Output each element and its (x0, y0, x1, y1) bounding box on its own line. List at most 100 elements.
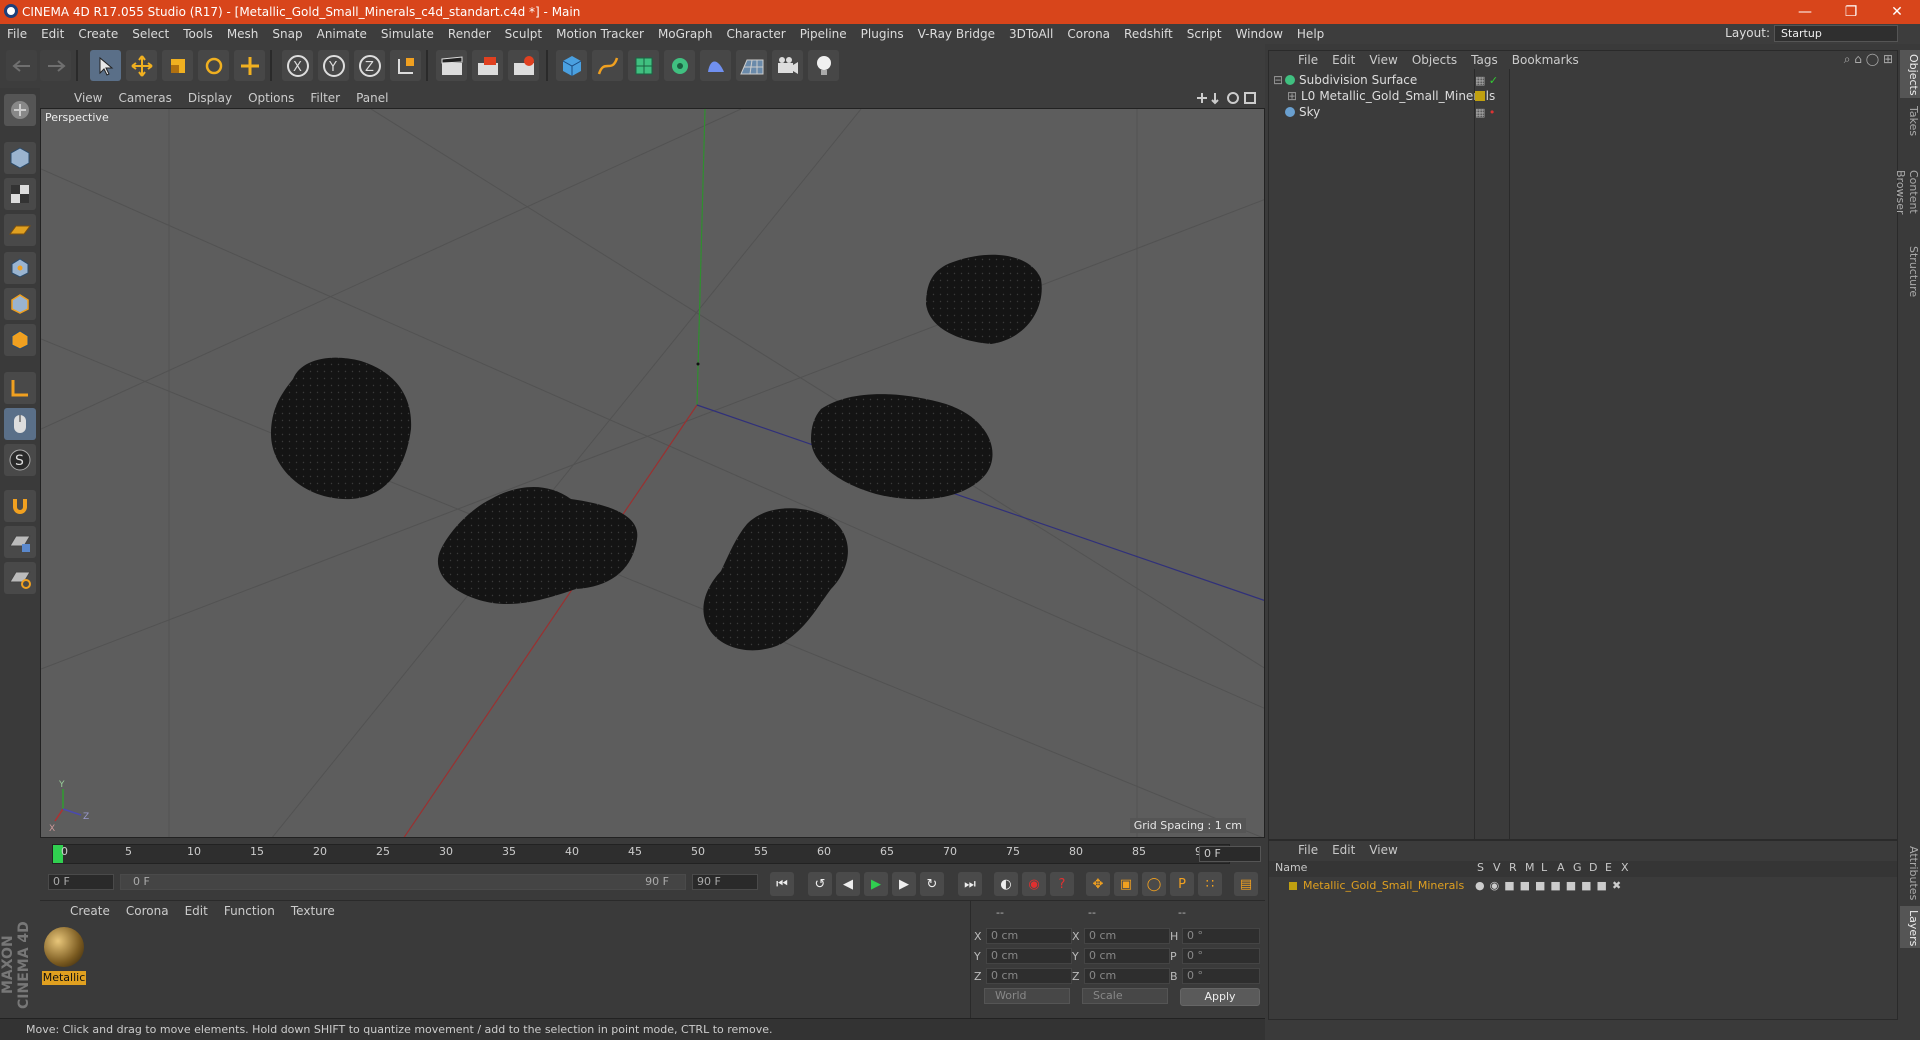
mineral-rock-3[interactable] (811, 394, 993, 500)
expand-icon[interactable]: ⊞ (1273, 89, 1297, 103)
current-frame-field[interactable]: 0 F (1199, 846, 1261, 862)
scale-tool-button[interactable] (162, 50, 193, 81)
material-menu-corona[interactable]: Corona (118, 904, 177, 918)
material-menu-function[interactable]: Function (216, 904, 283, 918)
layer-row[interactable]: Metallic_Gold_Small_Minerals ●◉■■■■■■■✖ (1269, 879, 1897, 895)
menu-script[interactable]: Script (1180, 27, 1229, 41)
mineral-rock-1[interactable] (926, 254, 1042, 344)
menu-create[interactable]: Create (71, 27, 125, 41)
move-tool-button[interactable] (126, 50, 157, 81)
layer-color-icon[interactable] (1475, 91, 1485, 101)
size-x-field[interactable]: 0 cm (1084, 928, 1170, 944)
close-button[interactable]: ✕ (1874, 0, 1920, 24)
viewport-menu-display[interactable]: Display (180, 91, 240, 105)
rotation-p-field[interactable]: 0 ° (1182, 948, 1260, 964)
start-frame-field[interactable]: 0 F (48, 874, 114, 890)
object-menu-edit[interactable]: Edit (1325, 53, 1362, 67)
minimize-button[interactable]: — (1782, 0, 1828, 24)
menu-3dtoall[interactable]: 3DToAll (1002, 27, 1060, 41)
menu-animate[interactable]: Animate (310, 27, 374, 41)
size-mode-select[interactable]: Scale (1082, 988, 1168, 1004)
viewport-menu-filter[interactable]: Filter (302, 91, 348, 105)
z-axis-lock-button[interactable]: Z (354, 50, 385, 81)
object-search-icon[interactable]: ⌕ ⌂ ◯ ⊞ (1844, 52, 1893, 67)
camera-button[interactable] (772, 50, 803, 81)
viewport-menu-view[interactable]: View (66, 91, 110, 105)
tab-layers[interactable]: Layers (1900, 906, 1920, 948)
enable-axis-button[interactable] (4, 372, 36, 404)
tab-content-browser[interactable]: Content Browser (1894, 144, 1920, 240)
object-menu-tags[interactable]: Tags (1464, 53, 1505, 67)
object-menu-objects[interactable]: Objects (1405, 53, 1464, 67)
y-axis-lock-button[interactable]: Y (318, 50, 349, 81)
key-pla-button[interactable]: ∷ (1198, 872, 1222, 896)
cloner-button[interactable] (664, 50, 695, 81)
layer-menu-edit[interactable]: Edit (1325, 843, 1362, 857)
subdivision-surface-button[interactable] (628, 50, 659, 81)
layer-menu-view[interactable]: View (1362, 843, 1404, 857)
next-frame-button[interactable]: ▶ (892, 872, 916, 896)
spline-pen-button[interactable] (592, 50, 623, 81)
material-swatch[interactable] (44, 927, 84, 967)
select-tool-button[interactable] (90, 50, 121, 81)
restore-button[interactable]: ❐ (1828, 0, 1874, 24)
position-x-field[interactable]: 0 cm (986, 928, 1072, 944)
play-button[interactable]: ▶ (864, 872, 888, 896)
redo-button[interactable] (40, 50, 71, 81)
tweak-mode-button[interactable] (4, 408, 36, 440)
object-row-sky[interactable]: Sky ▦ • (1273, 103, 1893, 121)
menu-snap[interactable]: Snap (265, 27, 309, 41)
menu-edit[interactable]: Edit (34, 27, 71, 41)
polygons-mode-button[interactable] (4, 324, 36, 356)
material-menu-create[interactable]: Create (62, 904, 118, 918)
rotation-b-field[interactable]: 0 ° (1182, 968, 1260, 984)
material-menu-edit[interactable]: Edit (177, 904, 216, 918)
autokey-button[interactable]: ? (1050, 872, 1074, 896)
undo-button[interactable] (6, 50, 37, 81)
tab-structure[interactable]: Structure (1900, 242, 1920, 298)
floor-button[interactable] (736, 50, 767, 81)
menu-simulate[interactable]: Simulate (374, 27, 441, 41)
menu-render[interactable]: Render (441, 27, 498, 41)
size-y-field[interactable]: 0 cm (1084, 948, 1170, 964)
deformer-button[interactable] (700, 50, 731, 81)
previous-key-button[interactable]: ↺ (808, 872, 832, 896)
size-z-field[interactable]: 0 cm (1084, 968, 1170, 984)
menu-tools[interactable]: Tools (176, 27, 220, 41)
rotate-tool-button[interactable] (198, 50, 229, 81)
menu-vray-bridge[interactable]: V-Ray Bridge (911, 27, 1002, 41)
go-to-start-button[interactable]: ⏮ (770, 872, 794, 896)
go-to-end-button[interactable]: ⏭ (958, 872, 982, 896)
key-position-button[interactable]: ✥ (1086, 872, 1110, 896)
position-y-field[interactable]: 0 cm (986, 948, 1072, 964)
record-button[interactable]: ◉ (1022, 872, 1046, 896)
mineral-rock-4[interactable] (437, 486, 638, 605)
frame-range-slider[interactable]: 0 F 90 F (120, 874, 686, 890)
viewport-menu-cameras[interactable]: Cameras (110, 91, 179, 105)
render-to-picture-viewer-button[interactable] (508, 50, 539, 81)
key-rotation-button[interactable]: ◯ (1142, 872, 1166, 896)
tab-takes[interactable]: Takes (1900, 100, 1920, 142)
viewport-menu-panel[interactable]: Panel (348, 91, 396, 105)
menu-sculpt[interactable]: Sculpt (498, 27, 549, 41)
workplane-mode-button[interactable] (4, 214, 36, 246)
layer-menu-file[interactable]: File (1291, 843, 1325, 857)
layer-flag-icons[interactable]: ●◉■■■■■■■✖ (1475, 879, 1626, 892)
texture-mode-button[interactable] (4, 178, 36, 210)
mineral-rock-2[interactable] (271, 357, 412, 500)
x-axis-lock-button[interactable]: X (282, 50, 313, 81)
layout-select[interactable]: Startup (1774, 25, 1898, 42)
points-mode-button[interactable] (4, 252, 36, 284)
viewport-nav-icons[interactable] (1195, 91, 1259, 105)
material-menu-texture[interactable]: Texture (283, 904, 343, 918)
tab-attributes[interactable]: Attributes (1900, 842, 1920, 904)
apply-button[interactable]: Apply (1180, 988, 1260, 1006)
menu-corona[interactable]: Corona (1060, 27, 1117, 41)
material-name-label[interactable]: Metallic (42, 971, 86, 985)
menu-character[interactable]: Character (719, 27, 792, 41)
menu-mesh[interactable]: Mesh (220, 27, 266, 41)
menu-redshift[interactable]: Redshift (1117, 27, 1180, 41)
motion-path-button[interactable]: ◐ (994, 872, 1018, 896)
menu-file[interactable]: File (0, 27, 34, 41)
object-menu-file[interactable]: File (1291, 53, 1325, 67)
